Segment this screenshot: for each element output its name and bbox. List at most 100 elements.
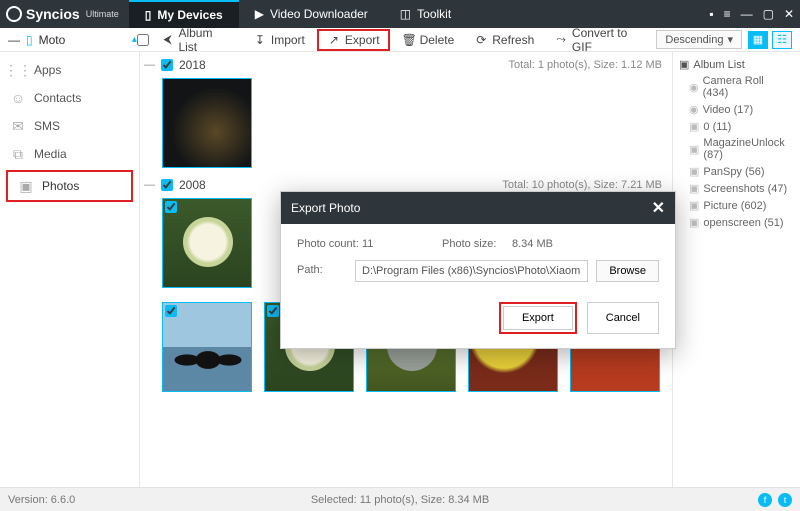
app-logo: Syncios Ultimate [6, 6, 119, 22]
select-all-checkbox[interactable] [137, 34, 149, 46]
photo-thumbnail[interactable] [162, 78, 252, 168]
thumb-checkbox[interactable] [165, 201, 177, 213]
import-button[interactable]: ↧ Import [245, 31, 313, 49]
back-button[interactable]: ⮜Album List [153, 24, 241, 56]
album-label: Camera Roll (434) [703, 75, 792, 99]
export-button[interactable]: ↗Export [317, 29, 390, 51]
image-icon: ▣ [689, 120, 699, 133]
album-item[interactable]: ▣PanSpy (56) [677, 163, 796, 180]
twitter-icon[interactable]: t [778, 493, 792, 507]
grid-view-button[interactable]: ▦ [748, 31, 768, 49]
album-label: openscreen (51) [703, 217, 783, 229]
collapse-icon[interactable]: — [144, 59, 155, 71]
menu-icon[interactable]: ≡ [724, 7, 731, 21]
album-label: Video (17) [703, 104, 754, 116]
sms-icon: ✉ [10, 118, 26, 134]
selection-label: Selected: 11 photo(s), Size: 8.34 MB [311, 494, 489, 506]
sidebar-item-label: Media [34, 147, 67, 161]
folder-icon: ▣ [679, 58, 689, 71]
image-icon: ▣ [689, 182, 699, 195]
album-head-label: Album List [693, 59, 744, 71]
thumb-checkbox[interactable] [165, 305, 177, 317]
apps-icon: ⋮⋮ [10, 62, 26, 78]
photo-thumbnail[interactable] [162, 302, 252, 392]
group-stats: Total: 1 photo(s), Size: 1.12 MB [509, 59, 668, 71]
sidebar-item-contacts[interactable]: ☺Contacts [0, 84, 139, 112]
album-item[interactable]: ▣ openscreen (51) [677, 214, 796, 231]
album-item[interactable]: ▣Screenshots (47) [677, 180, 796, 197]
message-icon[interactable]: ▪ [709, 7, 713, 21]
album-item[interactable]: ▣Picture (602) [677, 197, 796, 214]
browse-button[interactable]: Browse [596, 260, 659, 282]
cancel-btn-label: Cancel [606, 312, 640, 324]
collapse-icon[interactable]: — [144, 179, 155, 191]
import-label: Import [271, 33, 305, 47]
export-btn-label: Export [522, 312, 554, 324]
action-toolbar: ⮜Album List ↧ Import ↗Export 🗑 Delete ⟳Ref… [137, 24, 657, 56]
close-icon[interactable]: ✕ [784, 7, 794, 21]
delete-label: Delete [420, 33, 455, 47]
count-value: 11 [362, 238, 442, 250]
dialog-export-button[interactable]: Export [503, 306, 573, 330]
thumb-checkbox[interactable] [267, 305, 279, 317]
size-label: Photo size: [442, 238, 512, 250]
status-bar: Version: 6.6.0 Selected: 11 photo(s), Si… [0, 487, 800, 511]
album-item[interactable]: ◉ Video (17) [677, 101, 796, 118]
app-name: Syncios [26, 6, 80, 22]
delete-button[interactable]: 🗑 Delete [394, 31, 463, 49]
photo-group: — 2018 Total: 1 photo(s), Size: 1.12 MB [144, 54, 668, 168]
video-icon: ◉ [689, 103, 699, 116]
group-stats: Total: 10 photo(s), Size: 7.21 MB [502, 179, 668, 191]
sidebar-item-sms[interactable]: ✉ SMS [0, 112, 139, 140]
chevron-down-icon: ▾ [727, 33, 733, 46]
album-label: PanSpy (56) [703, 166, 764, 178]
sidebar-item-label: Photos [42, 179, 79, 193]
image-icon: ▣ [689, 216, 699, 229]
dialog-close-icon[interactable]: ✕ [652, 198, 665, 218]
facebook-icon[interactable]: f [758, 493, 772, 507]
sidebar-item-photos[interactable]: ▣Photos [8, 172, 131, 200]
album-list-header: ▣ Album List [677, 56, 796, 73]
group-checkbox[interactable] [161, 59, 173, 71]
sidebar-item-label: SMS [34, 119, 60, 133]
sidebar-item-media[interactable]: ⧉ Media [0, 140, 139, 168]
minimize-icon[interactable]: — [741, 7, 753, 21]
tab-label: My Devices [157, 8, 222, 22]
trash-icon: 🗑 [402, 33, 416, 47]
group-checkbox[interactable] [161, 179, 173, 191]
maximize-icon[interactable]: ▢ [763, 7, 774, 21]
group-year: 2018 [179, 58, 206, 72]
path-input[interactable] [355, 260, 588, 282]
album-item[interactable]: ▣ MagazineUnlock (87) [677, 135, 796, 163]
album-label: MagazineUnlock (87) [703, 137, 792, 161]
size-value: 8.34 MB [512, 238, 553, 250]
camera-icon: ◉ [689, 81, 699, 94]
tab-label: Toolkit [417, 7, 451, 21]
album-label: Picture (602) [703, 200, 766, 212]
refresh-button[interactable]: ⟳Refresh [466, 31, 542, 49]
logo-icon [6, 6, 22, 22]
convert-gif-button[interactable]: ⤳Convert to GIF [546, 24, 656, 56]
image-icon: ▣ [689, 143, 699, 156]
album-item[interactable]: ▣0 (11) [677, 118, 796, 135]
system-buttons: ▪ ≡ — ▢ ✕ [709, 7, 794, 21]
phone-icon: ▯ [145, 8, 152, 22]
media-icon: ⧉ [10, 146, 26, 162]
dialog-title: Export Photo [291, 201, 360, 215]
album-item[interactable]: ◉ Camera Roll (434) [677, 73, 796, 101]
device-selector[interactable]: — ▯ Moto ▴ [8, 33, 137, 47]
gif-label: Convert to GIF [572, 26, 648, 54]
path-label: Path: [297, 260, 347, 282]
calendar-view-button[interactable]: ☷ [772, 31, 792, 49]
sidebar-item-label: Contacts [34, 91, 81, 105]
photo-thumbnail[interactable] [162, 198, 252, 288]
export-dialog: Export Photo ✕ Photo count: 11 Photo siz… [280, 191, 676, 349]
thumb-checkbox[interactable] [165, 81, 177, 93]
import-icon: ↧ [253, 33, 267, 47]
dialog-cancel-button[interactable]: Cancel [587, 302, 659, 334]
export-label: Export [345, 33, 380, 47]
sort-label: Descending [665, 34, 723, 46]
refresh-icon: ⟳ [474, 33, 488, 47]
sort-dropdown[interactable]: Descending ▾ [656, 30, 742, 49]
sidebar-item-apps[interactable]: ⋮⋮Apps [0, 56, 139, 84]
